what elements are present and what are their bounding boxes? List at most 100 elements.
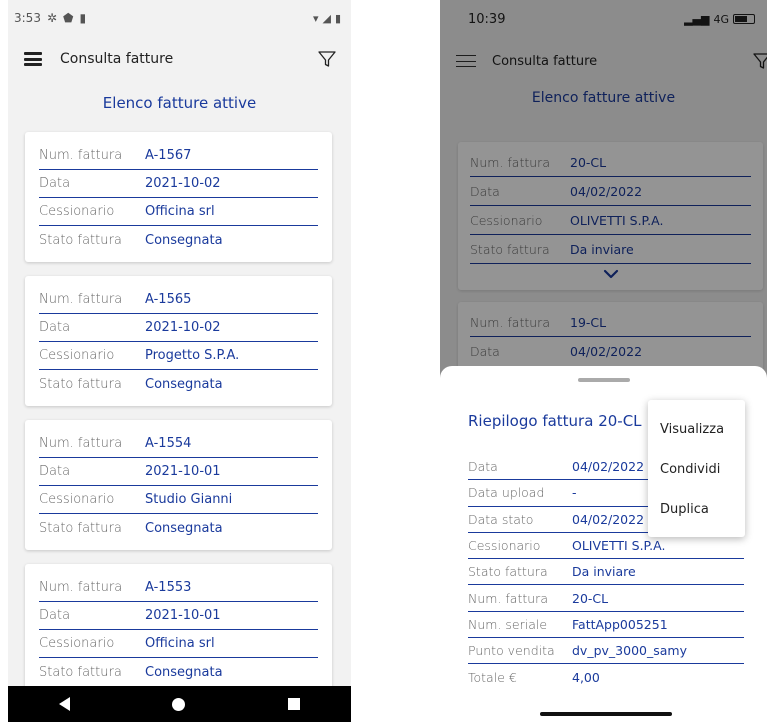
home-icon[interactable] — [172, 697, 186, 711]
back-icon[interactable] — [59, 697, 71, 711]
field-label: Data — [468, 459, 498, 475]
invoice-card[interactable]: Num. fattura A-1565 Data 2021-10-02 Cessiona… — [25, 276, 332, 406]
invoice-row: Stato fattura Consegnata — [39, 658, 318, 686]
field-label: Punto vendita — [468, 643, 555, 659]
sheet-drag-handle[interactable] — [577, 378, 630, 382]
field-label: Num. fattura — [39, 436, 123, 451]
field-label: Cessionario — [39, 204, 115, 219]
invoice-row: Num. fattura A-1554 — [39, 430, 318, 458]
field-value: A-1553 — [145, 580, 192, 595]
field-label: Totale € — [468, 670, 517, 686]
field-value: Progetto S.P.A. — [145, 348, 240, 363]
field-value: 2021-10-01 — [145, 608, 221, 623]
field-value: OLIVETTI S.P.A. — [572, 538, 666, 554]
field-value: 20-CL — [572, 590, 609, 606]
status-time: 3:53 — [14, 11, 41, 25]
field-value: Consegnata — [145, 232, 223, 248]
android-nav-bar — [8, 686, 351, 722]
field-label: Num. seriale — [468, 616, 548, 632]
field-label: Data upload — [468, 485, 545, 501]
wifi-icon: ▾ — [312, 11, 319, 25]
field-label: Cessionario — [39, 492, 115, 507]
home-indicator[interactable] — [540, 712, 672, 716]
field-label: Num. fattura — [468, 590, 548, 606]
menu-item-visualizza[interactable]: Visualizza — [648, 410, 745, 450]
field-value: Consegnata — [145, 520, 223, 536]
summary-row: Totale € 4,00 — [468, 664, 744, 690]
field-label: Num. fattura — [39, 580, 123, 595]
field-value: Da inviare — [572, 564, 636, 580]
field-label: Data stato — [468, 511, 534, 527]
invoice-row: Cessionario Officina srl — [39, 630, 318, 658]
field-value: Studio Gianni — [145, 492, 233, 507]
field-label: Cessionario — [468, 538, 541, 554]
invoice-card[interactable]: Num. fattura A-1553 Data 2021-10-01 Cessiona… — [25, 564, 332, 694]
field-value: Officina srl — [145, 636, 215, 651]
field-value: 2021-10-02 — [145, 176, 221, 191]
field-value: 2021-10-02 — [145, 320, 221, 335]
ios-screen: 10:39 ▂▄▆ 4G Consulta fatture Elenco fat… — [440, 0, 767, 722]
field-value: Consegnata — [145, 376, 223, 392]
field-label: Cessionario — [39, 636, 115, 651]
field-label: Data — [39, 176, 71, 191]
field-label: Cessionario — [39, 348, 115, 363]
battery-icon: ▮ — [334, 11, 341, 25]
sd-card-icon: ▮ — [79, 11, 87, 25]
field-value: 4,00 — [572, 670, 600, 686]
invoice-row: Cessionario Officina srl — [39, 198, 318, 226]
invoice-row: Stato fattura Consegnata — [39, 514, 318, 542]
field-value: 04/02/2022 — [572, 511, 645, 527]
field-value: FattApp005251 — [572, 616, 668, 632]
menu-icon[interactable] — [24, 52, 42, 66]
invoice-row: Num. fattura A-1553 — [39, 574, 318, 602]
signal-icon: ◢ — [322, 11, 331, 25]
invoice-card[interactable]: Num. fattura A-1567 Data 2021-10-02 Cessiona… — [25, 132, 332, 262]
filter-icon[interactable] — [317, 49, 337, 69]
invoice-row: Data 2021-10-01 — [39, 602, 318, 630]
invoice-row: Num. fattura A-1565 — [39, 286, 318, 314]
status-bar: 3:53 ✲ ⬟ ▮ ▾ ◢ ▮ — [8, 0, 351, 36]
invoice-row: Stato fattura Consegnata — [39, 370, 318, 398]
recent-apps-icon[interactable] — [287, 698, 300, 710]
field-label: Stato fattura — [39, 232, 122, 248]
app-bar: Consulta fatture — [8, 36, 351, 82]
invoice-row: Stato fattura Consegnata — [39, 226, 318, 254]
context-menu: Visualizza Condividi Duplica — [648, 400, 745, 537]
field-value: A-1565 — [145, 292, 192, 307]
invoice-row: Data 2021-10-02 — [39, 170, 318, 198]
field-label: Stato fattura — [39, 520, 122, 536]
summary-row: Punto vendita dv_pv_3000_samy — [468, 638, 744, 665]
field-label: Num. fattura — [39, 292, 123, 307]
field-value: - — [572, 485, 577, 501]
field-value: Officina srl — [145, 204, 215, 219]
menu-item-duplica[interactable]: Duplica — [648, 490, 745, 530]
field-label: Num. fattura — [39, 148, 123, 163]
summary-row: Stato fattura Da inviare — [468, 559, 744, 586]
field-value: 2021-10-01 — [145, 464, 221, 479]
summary-row: Num. seriale FattApp005251 — [468, 612, 744, 639]
list-title: Elenco fatture attive — [102, 94, 257, 112]
field-value: A-1567 — [145, 148, 192, 163]
summary-row: Num. fattura 20-CL — [468, 585, 744, 612]
field-label: Stato fattura — [39, 376, 122, 392]
invoice-row: Cessionario Progetto S.P.A. — [39, 342, 318, 370]
android-screen: 3:53 ✲ ⬟ ▮ ▾ ◢ ▮ Consulta fatture Elenco… — [8, 0, 351, 722]
invoice-card[interactable]: Num. fattura A-1554 Data 2021-10-01 Cessiona… — [25, 420, 332, 550]
shield-icon: ⬟ — [63, 11, 74, 25]
menu-item-condividi[interactable]: Condividi — [648, 450, 745, 490]
field-label: Stato fattura — [39, 664, 122, 680]
field-value: Consegnata — [145, 664, 223, 680]
invoice-row: Data 2021-10-01 — [39, 458, 318, 486]
field-label: Data — [39, 464, 71, 479]
field-label: Stato fattura — [468, 564, 548, 580]
invoice-row: Num. fattura A-1567 — [39, 142, 318, 170]
app-title: Consulta fatture — [60, 51, 174, 67]
settings-gear-icon: ✲ — [46, 11, 58, 25]
field-label: Data — [39, 608, 71, 623]
field-value: 04/02/2022 — [572, 459, 645, 475]
invoice-row: Data 2021-10-02 — [39, 314, 318, 342]
invoice-row: Cessionario Studio Gianni — [39, 486, 318, 514]
field-value: A-1554 — [145, 436, 192, 451]
field-label: Data — [39, 320, 71, 335]
field-value: dv_pv_3000_samy — [572, 643, 687, 659]
